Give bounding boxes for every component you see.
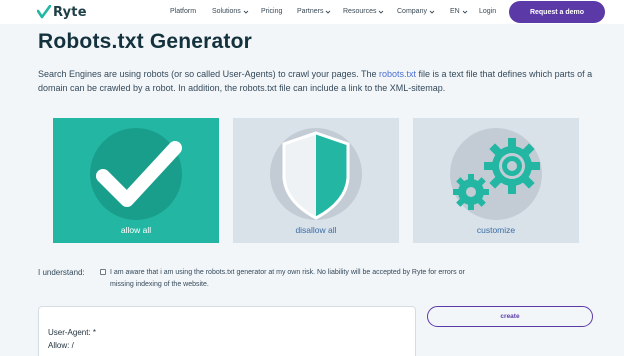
- consent-checkbox[interactable]: [100, 269, 106, 275]
- output-line: User-Agent: *: [48, 328, 97, 337]
- nav-resources[interactable]: Resources: [343, 8, 384, 15]
- option-label: disallow all: [295, 225, 337, 235]
- consent-text: I am aware that i am using the robots.tx…: [110, 269, 465, 288]
- chevron-down-icon: [379, 10, 384, 14]
- page-title: Robots.txt Generator: [38, 30, 253, 53]
- nav-pricing[interactable]: Pricing: [261, 8, 282, 15]
- understand-label: I understand:: [38, 268, 85, 277]
- nav-partners[interactable]: Partners: [297, 8, 331, 15]
- option-disallow-all[interactable]: disallow all: [233, 118, 399, 243]
- site-header: Ryte Platform Solutions Pricing Partners…: [0, 0, 624, 24]
- request-demo-button[interactable]: Request a demo: [509, 1, 605, 23]
- output-line: Allow: /: [48, 341, 74, 350]
- intro-text: Search Engines are using robots (or so c…: [38, 69, 593, 93]
- option-label: customize: [476, 225, 516, 235]
- option-label: allow all: [120, 225, 152, 235]
- option-allow-all[interactable]: allow all: [53, 118, 219, 243]
- option-customize[interactable]: customize: [413, 118, 579, 243]
- robots-txt-link[interactable]: robots.txt: [379, 69, 416, 79]
- robots-output-textarea[interactable]: User-Agent: * Allow: /: [38, 306, 416, 356]
- create-button[interactable]: create: [427, 306, 593, 327]
- nav-company[interactable]: Company: [397, 8, 435, 15]
- chevron-down-icon: [326, 10, 331, 14]
- nav-login[interactable]: Login: [479, 8, 496, 15]
- nav-platform[interactable]: Platform: [170, 8, 196, 15]
- chevron-down-icon: [462, 10, 468, 14]
- nav-language[interactable]: EN: [450, 8, 468, 15]
- logo-text: Ryte: [53, 4, 87, 20]
- ryte-logo[interactable]: Ryte: [37, 4, 87, 20]
- nav-solutions[interactable]: Solutions: [212, 8, 249, 15]
- checkmark-logo-icon: [37, 5, 51, 19]
- chevron-down-icon: [429, 10, 435, 14]
- chevron-down-icon: [243, 10, 249, 14]
